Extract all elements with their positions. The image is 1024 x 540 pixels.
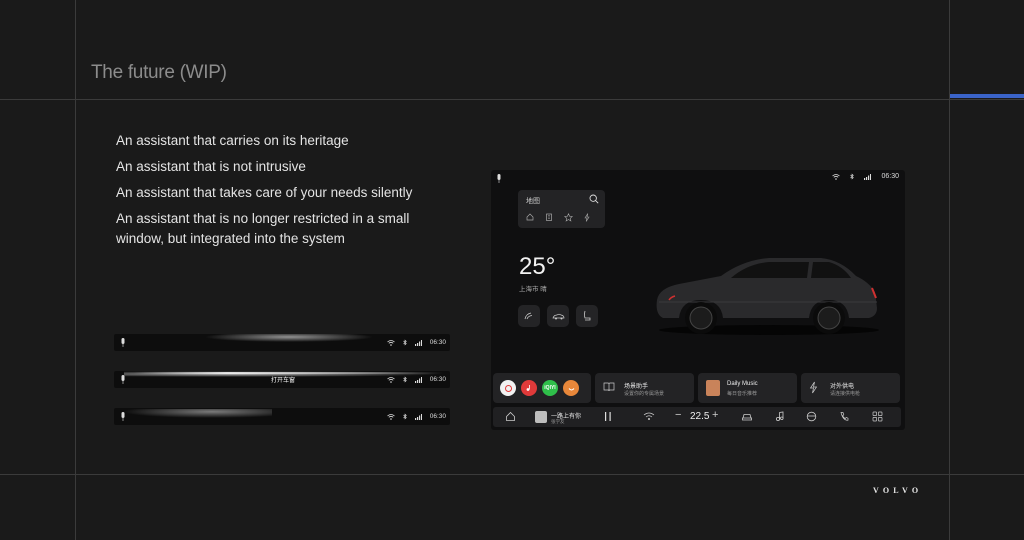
- daily-music-widget[interactable]: Daily Music 每日音乐推荐: [698, 373, 797, 403]
- clock-time: 06:30: [429, 376, 446, 383]
- building-icon[interactable]: [545, 213, 553, 221]
- wifi-icon: [386, 376, 395, 383]
- assistant-bar-idle: 06:30: [114, 334, 450, 351]
- bullet-item: An assistant that carries on its heritag…: [116, 133, 349, 148]
- widget-title: Daily Music: [727, 381, 758, 387]
- refresh-icon: [504, 384, 512, 392]
- app-shortcuts: iQIYI: [493, 373, 591, 403]
- widget-subtitle: 请连接供电枪: [830, 391, 861, 397]
- steering-wheel-icon[interactable]: [806, 411, 817, 422]
- smile-icon: [568, 387, 574, 390]
- bottom-control-bar: 一路上有你 张学友 − 22.5 +: [493, 407, 901, 427]
- assistant-bar-variants: 06:30 打开车窗 06:30 06:30: [114, 334, 450, 445]
- music-note-icon[interactable]: [775, 411, 785, 422]
- star-icon[interactable]: [564, 213, 573, 222]
- bullet-item: An assistant that is no longer restricte…: [116, 211, 410, 246]
- album-cover[interactable]: [535, 411, 547, 423]
- home-icon[interactable]: [526, 213, 534, 221]
- seat-button[interactable]: [576, 305, 598, 327]
- map-widget[interactable]: 地图: [518, 190, 605, 228]
- power-supply-widget[interactable]: 对外供电 请连接供电枪: [801, 373, 900, 403]
- clock-time: 06:30: [429, 413, 446, 420]
- status-bar: 06:30: [832, 173, 899, 180]
- status-bar: 06:30: [386, 371, 446, 388]
- charging-icon[interactable]: [584, 213, 590, 222]
- signal-icon: [414, 376, 422, 383]
- mic-icon[interactable]: [120, 338, 126, 347]
- smile-app-icon[interactable]: [563, 380, 579, 396]
- search-icon[interactable]: [589, 194, 599, 204]
- wifi-icon: [386, 339, 395, 346]
- infotainment-screen: 06:30 地图 25° 上海市 晴 iQIYI 场景助手 设置你的专属场景 D…: [491, 170, 905, 430]
- clock-time: 06:30: [881, 173, 899, 180]
- book-icon: [603, 382, 615, 392]
- assistant-bar-listening: 打开车窗 06:30: [114, 371, 450, 388]
- wifi-icon: [386, 413, 395, 420]
- grid-line-vertical: [75, 0, 76, 540]
- bluetooth-icon: [403, 339, 407, 346]
- apps-grid-icon[interactable]: [872, 411, 883, 422]
- fan-button[interactable]: [518, 305, 540, 327]
- video-app-icon[interactable]: iQIYI: [542, 380, 558, 396]
- bluetooth-icon: [403, 376, 407, 383]
- map-shortcuts: [526, 213, 590, 222]
- map-label: 地图: [526, 198, 540, 205]
- accent-bar: [950, 94, 1024, 98]
- assistant-glow: [204, 334, 374, 342]
- widget-title: 场景助手: [624, 384, 649, 390]
- widget-dock: iQIYI 场景助手 设置你的专属场景 Daily Music 每日音乐推荐 对…: [493, 373, 900, 403]
- signal-icon: [414, 413, 422, 420]
- scene-assistant-widget[interactable]: 场景助手 设置你的专属场景: [595, 373, 694, 403]
- car-side-icon: [552, 313, 564, 319]
- mic-icon[interactable]: [496, 174, 502, 183]
- app-icon[interactable]: [500, 380, 516, 396]
- assistant-glow: [122, 409, 272, 418]
- bullet-item: An assistant that takes care of your nee…: [116, 185, 413, 200]
- voice-command-text: 打开车窗: [271, 378, 296, 384]
- bullet-item: An assistant that is not intrusive: [116, 159, 306, 174]
- quick-controls: [518, 305, 598, 327]
- music-app-icon[interactable]: [521, 380, 537, 396]
- grid-line-vertical: [949, 0, 950, 540]
- wifi-icon: [832, 173, 841, 180]
- status-bar: 06:30: [386, 334, 446, 351]
- mic-icon[interactable]: [120, 375, 126, 384]
- bluetooth-icon: [403, 413, 407, 420]
- bullet-list: An assistant that carries on its heritag…: [116, 131, 436, 255]
- seat-icon: [584, 310, 591, 321]
- bluetooth-icon: [850, 173, 855, 180]
- ac-icon[interactable]: [643, 411, 655, 422]
- brand-logo: VOLVO: [873, 486, 923, 495]
- lightning-icon: [809, 381, 818, 394]
- mic-icon[interactable]: [120, 412, 126, 421]
- signal-icon: [414, 339, 422, 346]
- grid-line-horizontal: [0, 474, 1024, 475]
- now-playing-artist: 张学友: [551, 419, 565, 424]
- pause-icon[interactable]: [604, 411, 612, 422]
- widget-title: 对外供电: [830, 384, 855, 390]
- status-bar: 06:30: [386, 408, 446, 425]
- fan-icon: [524, 312, 533, 320]
- cabin-temperature: 22.5: [690, 411, 710, 422]
- car-front-icon[interactable]: [741, 411, 753, 422]
- temp-increase-button[interactable]: +: [712, 409, 718, 421]
- temp-decrease-button[interactable]: −: [675, 409, 681, 421]
- phone-icon[interactable]: [839, 411, 849, 422]
- car-mode-button[interactable]: [547, 305, 569, 327]
- weather-city: 上海市 晴: [519, 286, 547, 293]
- slide-title: The future (WIP): [91, 62, 227, 83]
- music-note-icon: [526, 385, 530, 391]
- weather-temperature: 25°: [519, 253, 556, 280]
- car-image: [656, 258, 879, 335]
- home-icon[interactable]: [505, 411, 516, 422]
- signal-icon: [864, 173, 872, 180]
- widget-subtitle: 设置你的专属场景: [624, 391, 665, 397]
- album-cover: [706, 380, 720, 396]
- grid-line-horizontal: [0, 99, 1024, 100]
- clock-time: 06:30: [429, 339, 446, 346]
- widget-subtitle: 每日音乐推荐: [727, 391, 758, 397]
- assistant-bar-processing: 06:30: [114, 408, 450, 425]
